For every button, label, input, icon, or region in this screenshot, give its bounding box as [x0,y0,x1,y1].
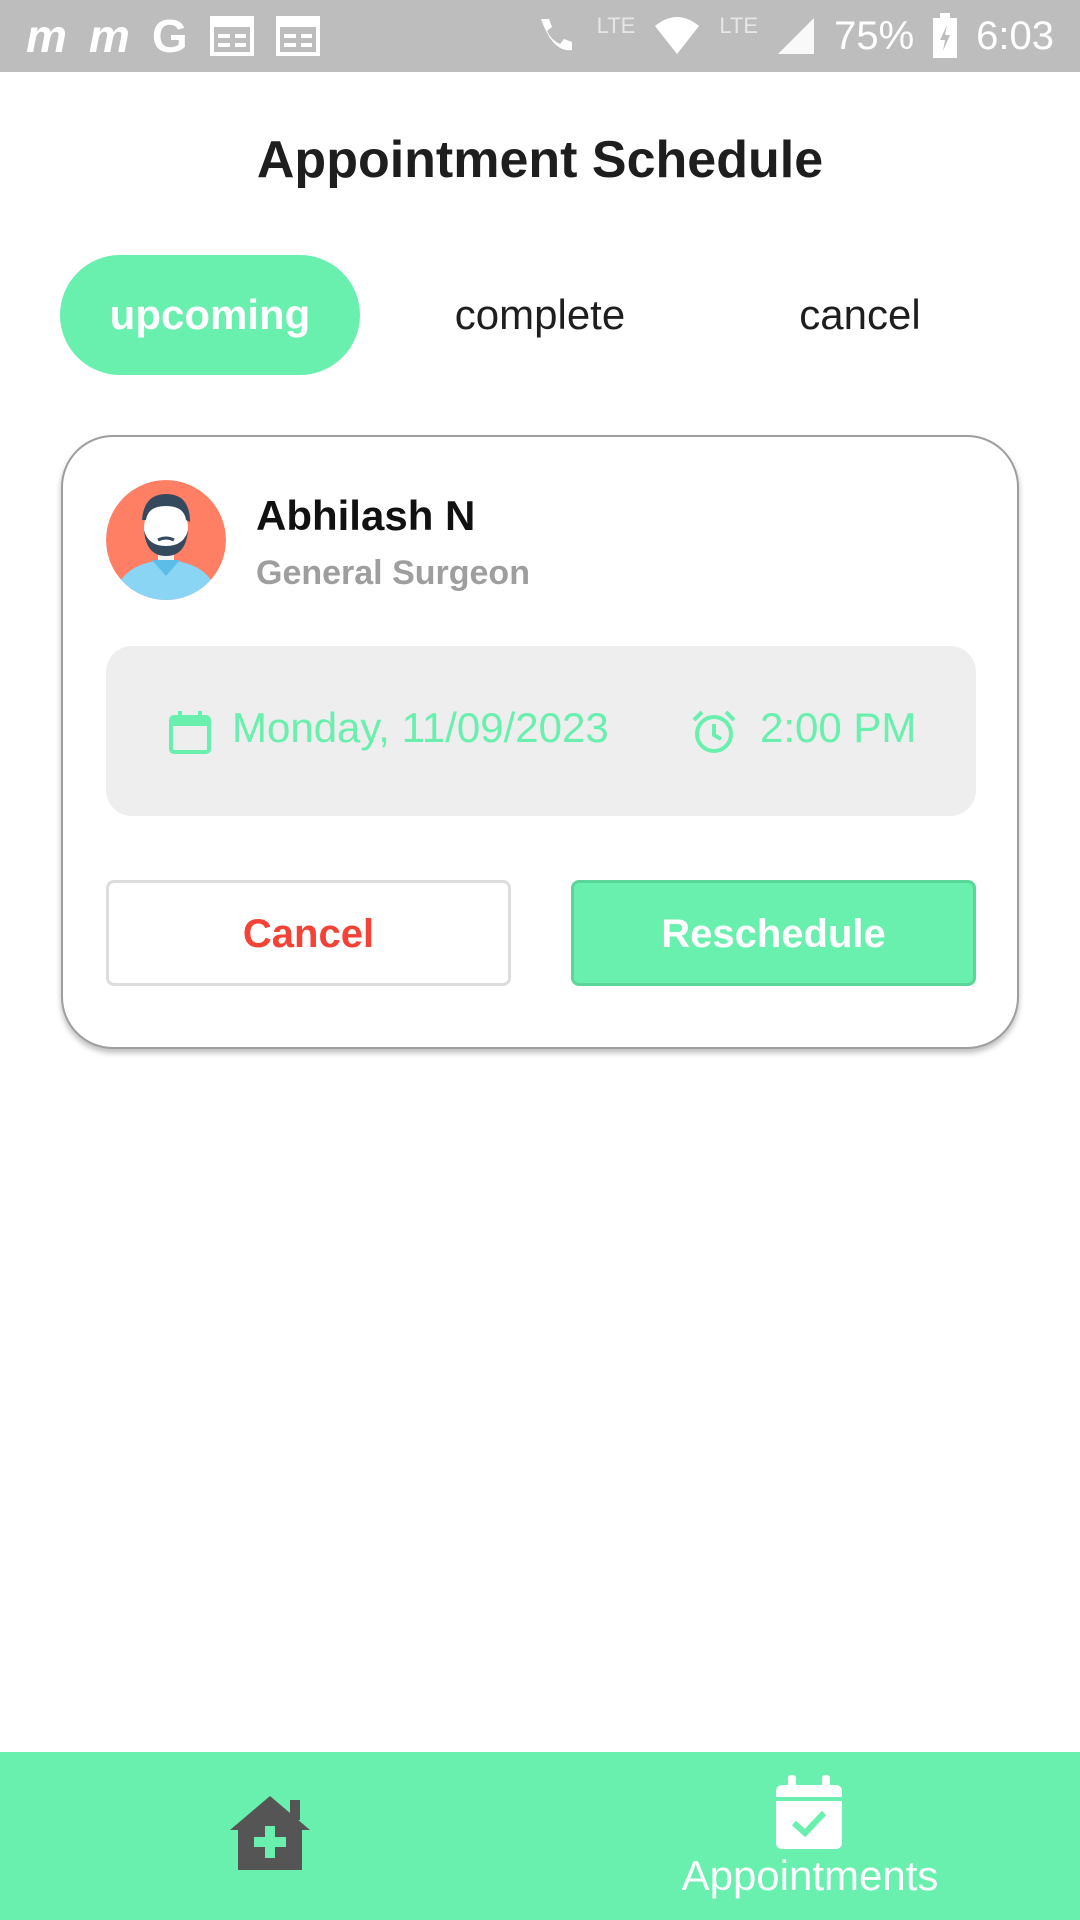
alarm-clock-icon [692,710,736,753]
doctor-specialty: General Surgeon [256,554,530,592]
nav-appointments-label[interactable]: Appointments [640,1852,980,1900]
lte-indicator-2: LTE [719,13,759,38]
cancel-button[interactable]: Cancel [106,880,511,986]
calendar-check-icon[interactable] [774,1775,844,1851]
google-icon: G [151,10,188,62]
bottom-navigation: Appointments [0,1752,1080,1920]
calendar-icon [169,711,211,754]
battery-percent: 75% [834,13,915,58]
app-m-icon-2: m [88,10,130,62]
lte-indicator: LTE [596,13,636,38]
appointment-time: 2:00 PM [760,704,917,751]
tab-upcoming[interactable]: upcoming [60,255,360,375]
battery-charging-icon [933,13,958,58]
reschedule-button[interactable]: Reschedule [571,880,976,986]
wifi-calling-icon [540,19,572,51]
wifi-icon [655,17,700,54]
appointment-card: Abhilash N General Surgeon Monday, 11/09… [61,435,1019,1049]
tab-complete[interactable]: complete [390,255,690,375]
news-icon-2 [275,16,320,56]
home-medical-icon[interactable] [228,1794,312,1872]
appointment-date: Monday, 11/09/2023 [232,704,609,751]
page-title: Appointment Schedule [256,131,824,189]
news-icon [209,16,254,56]
appointment-datetime-box: Monday, 11/09/2023 2:00 PM [106,646,976,816]
doctor-name: Abhilash N [256,492,476,539]
appointment-tabs: upcoming complete cancel [60,255,1020,375]
app-m-icon: m [26,10,67,62]
status-bar: m m G LTE LTE 75% 6:03 [0,0,1080,72]
doctor-avatar [106,480,226,600]
signal-icon [778,18,815,54]
tab-cancel[interactable]: cancel [710,255,1010,375]
clock-time: 6:03 [976,13,1054,58]
